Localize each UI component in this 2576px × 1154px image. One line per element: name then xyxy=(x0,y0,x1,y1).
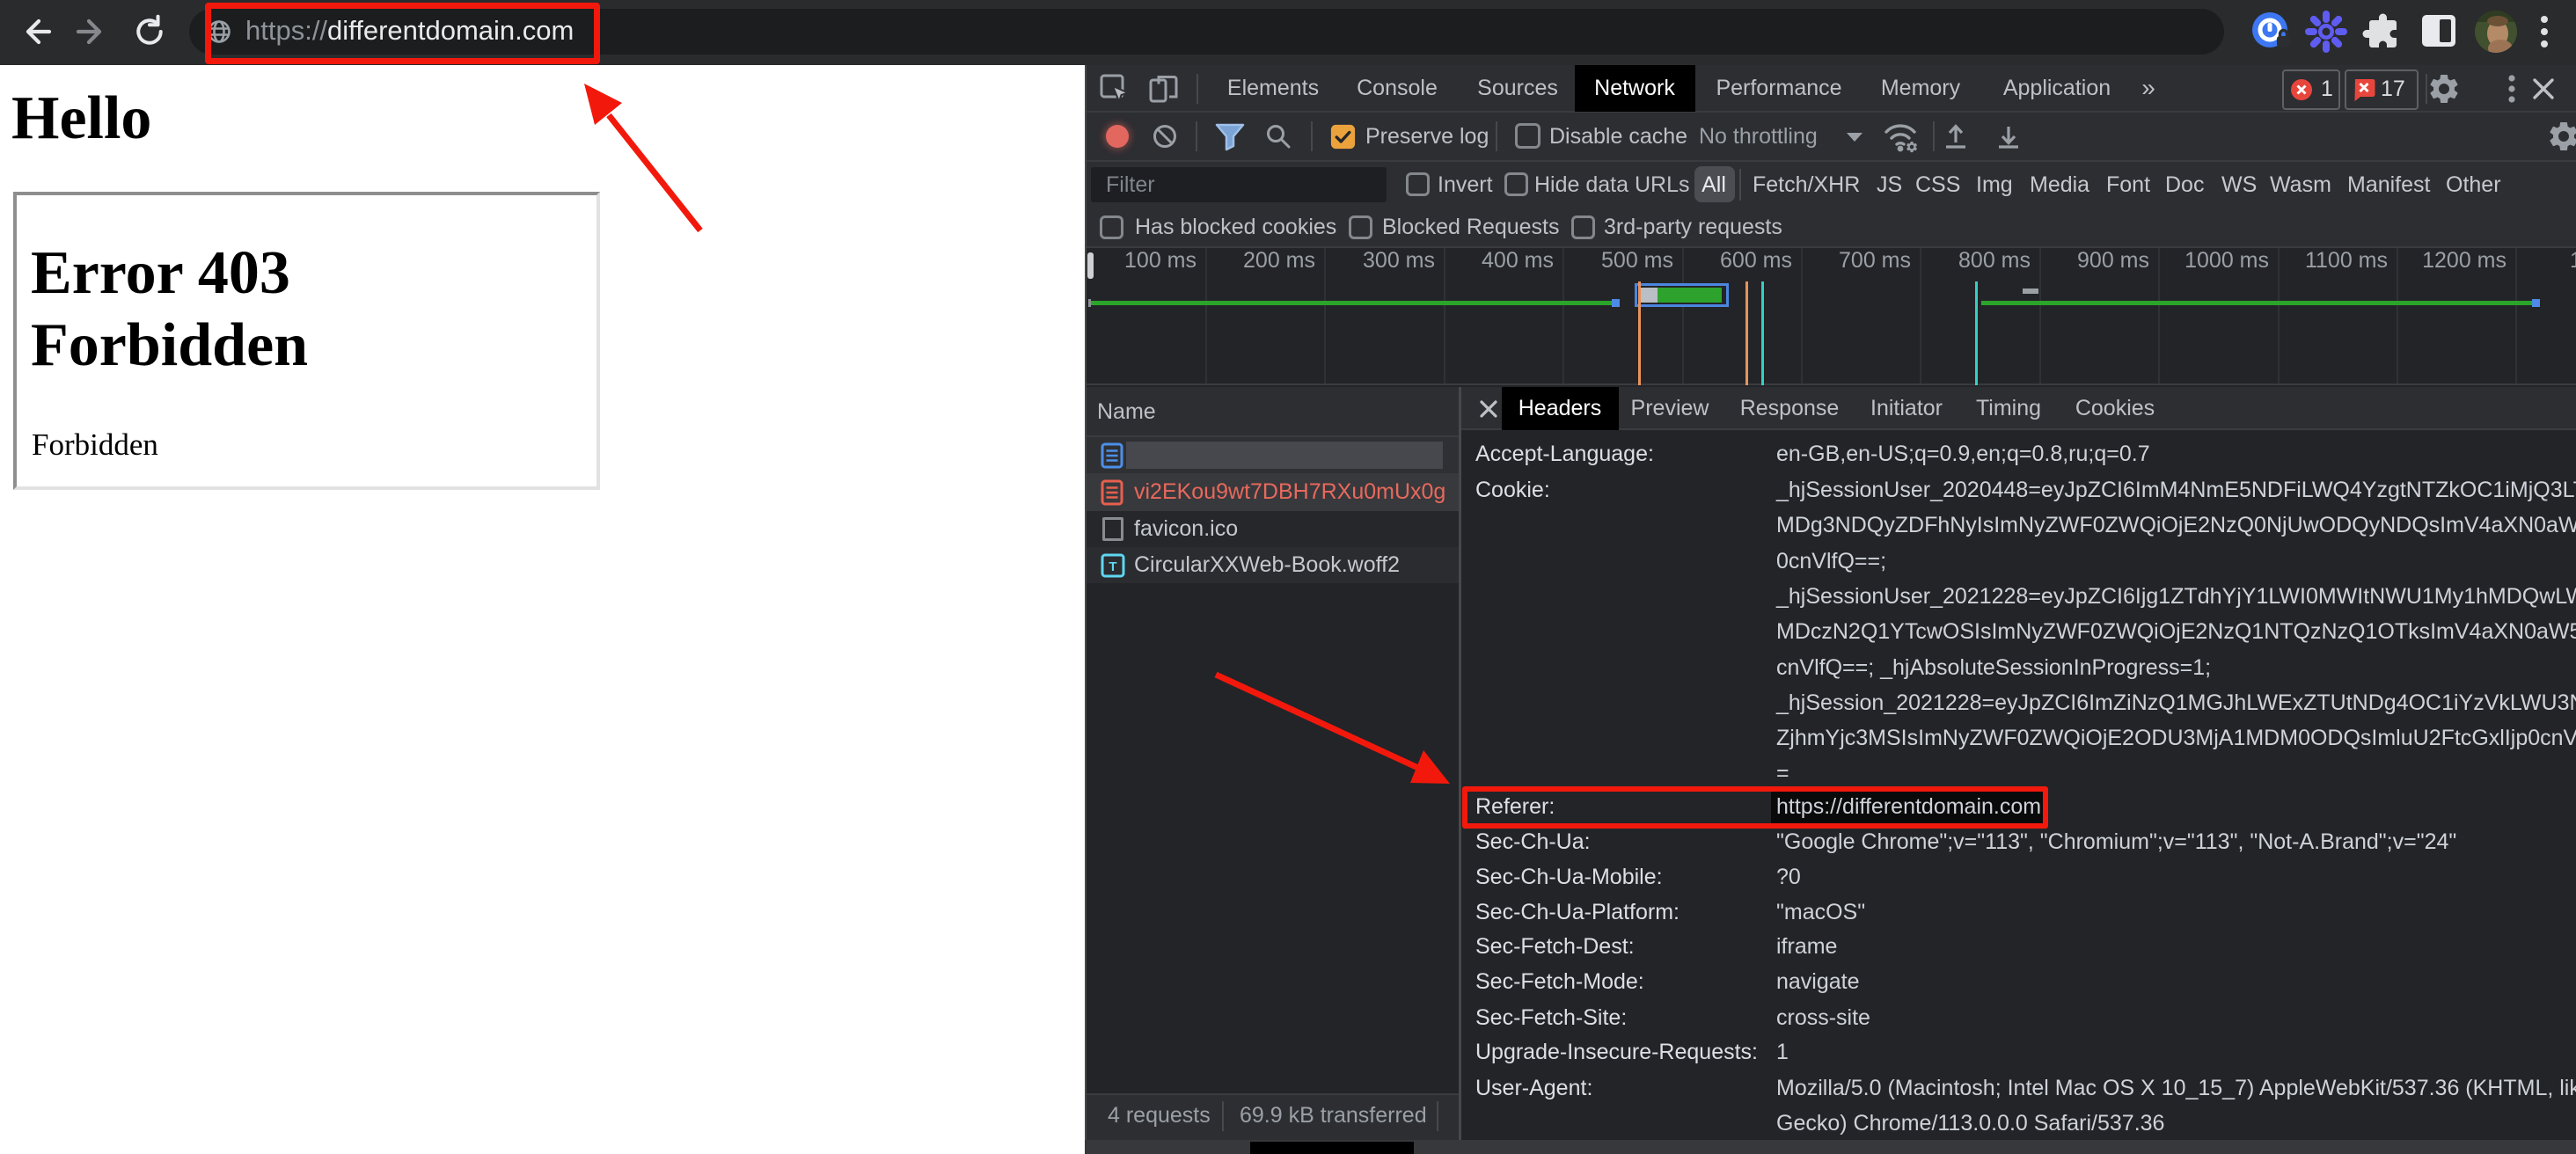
svg-text:T: T xyxy=(1109,559,1116,574)
